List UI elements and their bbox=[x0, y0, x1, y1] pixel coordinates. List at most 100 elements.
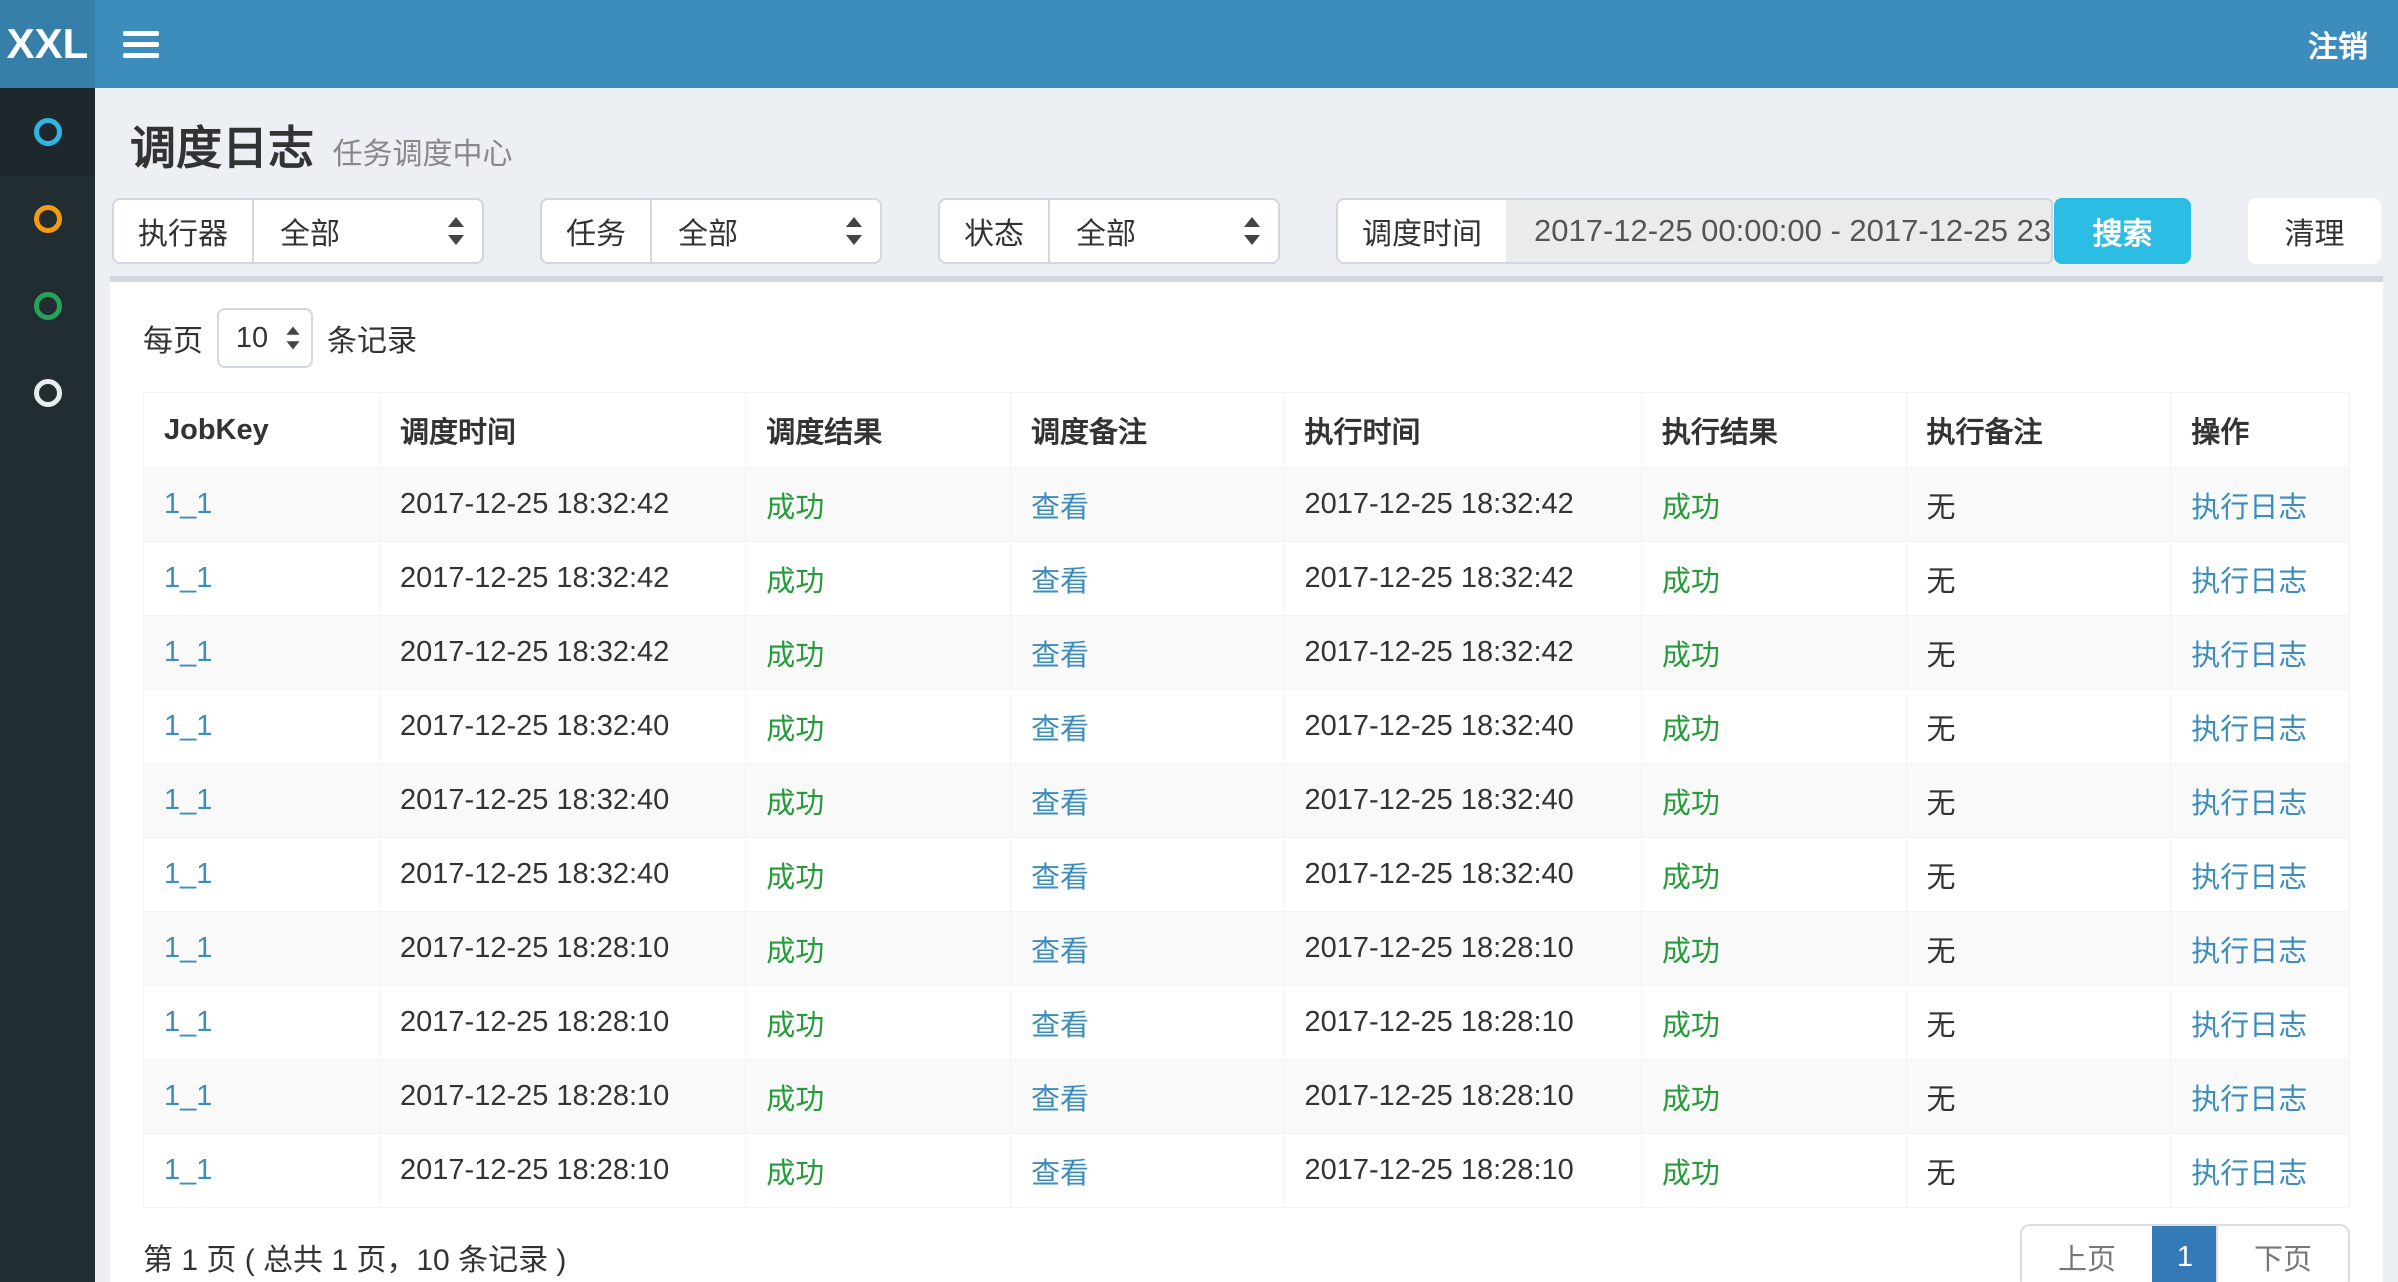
trigger-result: 成功 bbox=[766, 566, 824, 598]
execution-log-link[interactable]: 执行日志 bbox=[2191, 714, 2307, 746]
column-header-trigger-msg: 调度备注 bbox=[1010, 393, 1284, 468]
handle-time: 2017-12-25 18:32:42 bbox=[1304, 488, 1573, 520]
column-header-handle-msg: 执行备注 bbox=[1906, 393, 2171, 468]
execution-log-link[interactable]: 执行日志 bbox=[2191, 936, 2307, 968]
trigger-msg-link[interactable]: 查看 bbox=[1031, 640, 1089, 672]
logout-link[interactable]: 注销 bbox=[2308, 22, 2368, 66]
trigger-msg-link[interactable]: 查看 bbox=[1031, 1010, 1089, 1042]
trigger-result: 成功 bbox=[766, 862, 824, 894]
trigger-msg-link[interactable]: 查看 bbox=[1031, 714, 1089, 746]
navbar-main: 注销 bbox=[95, 0, 2398, 88]
search-button[interactable]: 搜索 bbox=[2054, 198, 2191, 264]
executor-filter-label: 执行器 bbox=[112, 198, 252, 264]
jobkey-link[interactable]: 1_1 bbox=[164, 710, 212, 742]
main-content: 调度日志 任务调度中心 执行器 全部 任务 全部 状态 全部 bbox=[95, 88, 2398, 1282]
column-header-trigger-time: 调度时间 bbox=[380, 393, 746, 468]
filter-toolbar: 执行器 全部 任务 全部 状态 全部 调度时间 搜索 bbox=[112, 198, 2381, 264]
handle-msg: 无 bbox=[1927, 566, 1956, 598]
content-header: 调度日志 任务调度中心 bbox=[95, 88, 2398, 198]
page-size-select[interactable]: 10 bbox=[217, 308, 313, 368]
executor-select[interactable]: 全部 bbox=[252, 198, 484, 264]
circle-icon bbox=[34, 379, 62, 407]
handle-msg: 无 bbox=[1927, 936, 1956, 968]
handle-result: 成功 bbox=[1662, 1084, 1720, 1116]
status-select-value: 全部 bbox=[1076, 209, 1136, 253]
trigger-result: 成功 bbox=[766, 640, 824, 672]
jobkey-link[interactable]: 1_1 bbox=[164, 488, 212, 520]
page-size-suffix: 条记录 bbox=[327, 316, 417, 360]
sidebar-toggle-icon[interactable] bbox=[123, 25, 159, 64]
job-filter-label: 任务 bbox=[540, 198, 650, 264]
handle-msg: 无 bbox=[1927, 1158, 1956, 1190]
jobkey-link[interactable]: 1_1 bbox=[164, 932, 212, 964]
time-range-input[interactable] bbox=[1506, 198, 2053, 264]
execution-log-link[interactable]: 执行日志 bbox=[2191, 640, 2307, 672]
trigger-result: 成功 bbox=[766, 788, 824, 820]
table-row: 1_12017-12-25 18:32:40成功查看2017-12-25 18:… bbox=[144, 838, 2350, 912]
select-caret-icon bbox=[1244, 214, 1260, 248]
jobkey-link[interactable]: 1_1 bbox=[164, 1080, 212, 1112]
jobkey-link[interactable]: 1_1 bbox=[164, 858, 212, 890]
execution-log-link[interactable]: 执行日志 bbox=[2191, 1158, 2307, 1190]
jobkey-link[interactable]: 1_1 bbox=[164, 784, 212, 816]
status-filter-group: 状态 全部 bbox=[938, 198, 1280, 264]
trigger-msg-link[interactable]: 查看 bbox=[1031, 492, 1089, 524]
handle-time: 2017-12-25 18:32:40 bbox=[1304, 710, 1573, 742]
handle-result: 成功 bbox=[1662, 936, 1720, 968]
trigger-result: 成功 bbox=[766, 1010, 824, 1042]
trigger-result: 成功 bbox=[766, 1084, 824, 1116]
status-filter-label: 状态 bbox=[938, 198, 1048, 264]
trigger-msg-link[interactable]: 查看 bbox=[1031, 862, 1089, 894]
trigger-msg-link[interactable]: 查看 bbox=[1031, 936, 1089, 968]
trigger-time: 2017-12-25 18:32:42 bbox=[400, 636, 669, 668]
execution-log-link[interactable]: 执行日志 bbox=[2191, 566, 2307, 598]
select-caret-icon bbox=[846, 214, 862, 248]
execution-log-link[interactable]: 执行日志 bbox=[2191, 492, 2307, 524]
table-row: 1_12017-12-25 18:28:10成功查看2017-12-25 18:… bbox=[144, 912, 2350, 986]
trigger-result: 成功 bbox=[766, 936, 824, 968]
execution-log-link[interactable]: 执行日志 bbox=[2191, 788, 2307, 820]
sidebar-item-4[interactable] bbox=[0, 349, 95, 436]
trigger-msg-link[interactable]: 查看 bbox=[1031, 1158, 1089, 1190]
status-select[interactable]: 全部 bbox=[1048, 198, 1280, 264]
jobkey-link[interactable]: 1_1 bbox=[164, 562, 212, 594]
jobkey-link[interactable]: 1_1 bbox=[164, 636, 212, 668]
select-caret-icon bbox=[286, 324, 299, 352]
execution-log-link[interactable]: 执行日志 bbox=[2191, 1010, 2307, 1042]
time-filter-group: 调度时间 bbox=[1336, 198, 2053, 264]
sidebar-item-3[interactable] bbox=[0, 262, 95, 349]
job-select[interactable]: 全部 bbox=[650, 198, 882, 264]
log-table: JobKey 调度时间 调度结果 调度备注 执行时间 执行结果 执行备注 操作 … bbox=[143, 392, 2350, 1208]
current-page-button[interactable]: 1 bbox=[2152, 1226, 2216, 1282]
handle-msg: 无 bbox=[1927, 714, 1956, 746]
sidebar-item-1[interactable] bbox=[0, 88, 95, 175]
trigger-time: 2017-12-25 18:28:10 bbox=[400, 932, 669, 964]
handle-msg: 无 bbox=[1927, 1084, 1956, 1116]
prev-page-button[interactable]: 上页 bbox=[2022, 1226, 2152, 1282]
table-row: 1_12017-12-25 18:32:42成功查看2017-12-25 18:… bbox=[144, 616, 2350, 690]
handle-msg: 无 bbox=[1927, 788, 1956, 820]
trigger-time: 2017-12-25 18:32:42 bbox=[400, 488, 669, 520]
execution-log-link[interactable]: 执行日志 bbox=[2191, 862, 2307, 894]
trigger-msg-link[interactable]: 查看 bbox=[1031, 788, 1089, 820]
jobkey-link[interactable]: 1_1 bbox=[164, 1006, 212, 1038]
clear-button[interactable]: 清理 bbox=[2248, 198, 2381, 264]
execution-log-link[interactable]: 执行日志 bbox=[2191, 1084, 2307, 1116]
executor-filter-group: 执行器 全部 bbox=[112, 198, 484, 264]
sidebar-item-2[interactable] bbox=[0, 175, 95, 262]
trigger-msg-link[interactable]: 查看 bbox=[1031, 566, 1089, 598]
handle-time: 2017-12-25 18:28:10 bbox=[1304, 1154, 1573, 1186]
table-row: 1_12017-12-25 18:28:10成功查看2017-12-25 18:… bbox=[144, 1134, 2350, 1208]
pagination: 上页 1 下页 bbox=[2020, 1224, 2350, 1282]
handle-msg: 无 bbox=[1927, 640, 1956, 672]
page-size-control: 每页 10 条记录 bbox=[143, 308, 2350, 368]
handle-result: 成功 bbox=[1662, 640, 1720, 672]
column-header-handle-time: 执行时间 bbox=[1284, 393, 1641, 468]
trigger-time: 2017-12-25 18:32:42 bbox=[400, 562, 669, 594]
next-page-button[interactable]: 下页 bbox=[2216, 1226, 2348, 1282]
time-filter-label: 调度时间 bbox=[1336, 198, 1506, 264]
trigger-msg-link[interactable]: 查看 bbox=[1031, 1084, 1089, 1116]
jobkey-link[interactable]: 1_1 bbox=[164, 1154, 212, 1186]
trigger-time: 2017-12-25 18:32:40 bbox=[400, 710, 669, 742]
handle-result: 成功 bbox=[1662, 492, 1720, 524]
